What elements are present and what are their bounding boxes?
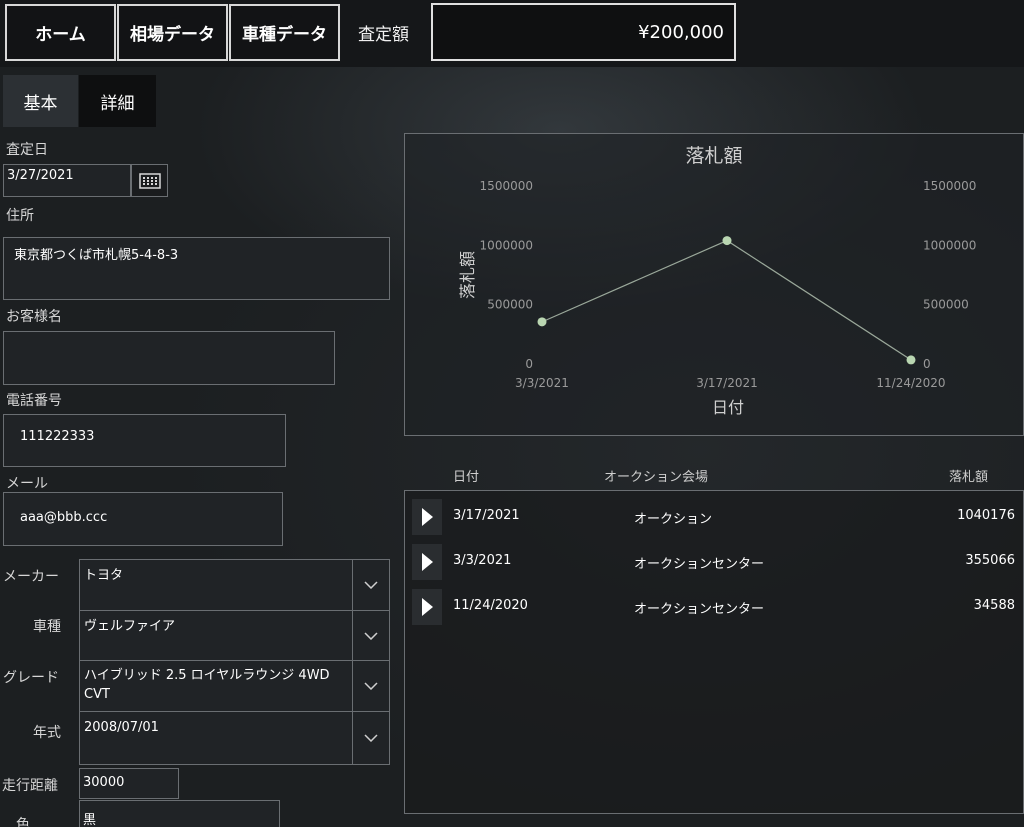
chevron-down-icon <box>364 682 378 690</box>
row-venue: オークションセンター <box>634 557 765 572</box>
model-data-button[interactable]: 車種データ <box>229 4 340 61</box>
chart-title: 落札額 <box>685 145 742 167</box>
data-point <box>537 317 547 327</box>
maker-value: トヨタ <box>84 568 124 583</box>
x-tick-label: 3/17/2021 <box>696 376 758 390</box>
y-tick-label-left: 1500000 <box>480 179 533 193</box>
year-select[interactable]: 2008/07/01 <box>79 711 390 765</box>
y-tick-label-right: 500000 <box>923 298 969 312</box>
auction-table: 3/17/2021 オークション 1040176 3/3/2021 オークション… <box>404 490 1024 814</box>
year-label: 年式 <box>33 725 61 741</box>
mail-label: メール <box>6 476 48 492</box>
expand-button[interactable] <box>412 544 442 580</box>
address-input[interactable]: 東京都つくば市札幌5-4-8-3 <box>3 237 390 300</box>
tab-detail[interactable]: 詳細 <box>79 75 156 127</box>
y-tick-label-left: 1000000 <box>480 238 533 252</box>
y-tick-label-left: 0 <box>525 357 533 371</box>
mileage-label: 走行距離 <box>2 778 58 794</box>
customer-input[interactable] <box>3 331 335 385</box>
expand-button[interactable] <box>412 499 442 535</box>
calendar-icon <box>138 172 161 189</box>
play-arrow-icon <box>422 598 433 616</box>
mail-input[interactable]: aaa@bbb.ccc <box>3 492 283 546</box>
y-tick-label-right: 0 <box>923 357 931 371</box>
model-dropdown[interactable] <box>352 611 389 660</box>
phone-input[interactable]: 111222333 <box>3 414 286 467</box>
color-label: 色 <box>16 817 30 827</box>
phone-label: 電話番号 <box>6 393 62 409</box>
row-price: 34588 <box>973 598 1015 613</box>
assessment-label: 査定額 <box>358 25 409 45</box>
play-arrow-icon <box>422 508 433 526</box>
grade-select[interactable]: ハイブリッド 2.5 ロイヤルラウンジ 4WD CVT <box>79 660 390 712</box>
data-point <box>906 355 916 365</box>
date-input[interactable]: 3/27/2021 <box>3 164 131 197</box>
chevron-down-icon <box>364 734 378 742</box>
color-input[interactable]: 黒 <box>79 800 280 827</box>
model-select[interactable]: ヴェルファイア <box>79 610 390 661</box>
year-dropdown[interactable] <box>352 712 389 764</box>
expand-button[interactable] <box>412 589 442 625</box>
row-date: 3/17/2021 <box>453 508 520 523</box>
column-header-price: 落札額 <box>949 470 989 485</box>
row-date: 11/24/2020 <box>453 598 528 613</box>
row-date: 3/3/2021 <box>453 553 512 568</box>
date-label: 査定日 <box>6 142 48 158</box>
home-button[interactable]: ホーム <box>5 4 116 61</box>
x-axis-title: 日付 <box>712 398 744 417</box>
column-header-venue: オークション会場 <box>604 470 709 485</box>
customer-label: お客様名 <box>6 309 62 325</box>
model-label: 車種 <box>33 619 61 635</box>
address-label: 住所 <box>6 208 34 224</box>
maker-select[interactable]: トヨタ <box>79 559 390 611</box>
bid-price-chart: 落札額日付 落札額 0 0 500000 500000 1000000 1000000 1500… <box>458 145 976 417</box>
table-row[interactable]: 3/3/2021 オークションセンター 355066 <box>405 541 1023 585</box>
grade-dropdown[interactable] <box>352 661 389 711</box>
y-tick-label-right: 1000000 <box>923 238 976 252</box>
chevron-down-icon <box>364 581 378 589</box>
row-venue: オークションセンター <box>634 602 765 617</box>
model-value: ヴェルファイア <box>84 619 176 634</box>
market-data-button[interactable]: 相場データ <box>117 4 228 61</box>
play-arrow-icon <box>422 553 433 571</box>
top-bar: ホーム 相場データ 車種データ 査定額 ¥200,000 <box>0 0 1024 67</box>
grade-value: ハイブリッド 2.5 ロイヤルラウンジ 4WD CVT <box>84 668 330 702</box>
table-row[interactable]: 11/24/2020 オークションセンター 34588 <box>405 586 1023 630</box>
y-tick-label-left: 500000 <box>487 298 533 312</box>
chart-panel: 落札額日付 落札額 0 0 500000 500000 1000000 1000000 1500… <box>404 133 1024 436</box>
year-value: 2008/07/01 <box>84 720 159 735</box>
assessment-value: ¥200,000 <box>431 3 736 61</box>
data-point <box>722 236 732 246</box>
maker-label: メーカー <box>3 569 59 585</box>
maker-dropdown[interactable] <box>352 560 389 610</box>
calendar-button[interactable] <box>131 164 168 197</box>
series-line <box>541 239 912 361</box>
y-axis-title: 落札額 <box>458 251 477 299</box>
x-tick-label: 11/24/2020 <box>876 376 945 390</box>
row-price: 355066 <box>965 553 1015 568</box>
tab-basic[interactable]: 基本 <box>3 75 78 127</box>
chevron-down-icon <box>364 631 378 640</box>
row-price: 1040176 <box>957 508 1015 523</box>
x-tick-label: 3/3/2021 <box>515 376 569 390</box>
table-row[interactable]: 3/17/2021 オークション 1040176 <box>405 496 1023 540</box>
mileage-input[interactable]: 30000 <box>79 768 179 799</box>
row-venue: オークション <box>634 512 713 527</box>
column-header-date: 日付 <box>453 470 480 485</box>
grade-label: グレード <box>3 670 59 686</box>
y-tick-label-right: 1500000 <box>923 179 976 193</box>
